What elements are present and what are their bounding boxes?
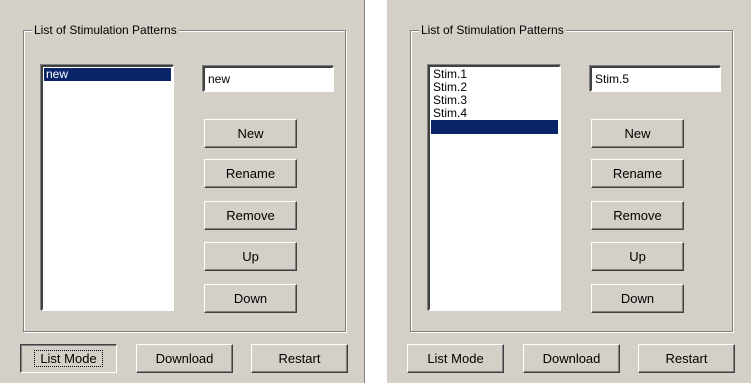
restart-button[interactable]: Restart (251, 344, 348, 373)
rename-button[interactable]: Rename (591, 159, 684, 188)
stimulation-patterns-group: List of Stimulation Patterns new New Ren… (23, 22, 346, 332)
list-mode-button[interactable]: List Mode (20, 344, 117, 373)
download-button[interactable]: Download (136, 344, 233, 373)
list-mode-label: List Mode (34, 350, 103, 367)
remove-button[interactable]: Remove (204, 201, 297, 230)
group-title: List of Stimulation Patterns (419, 22, 566, 38)
stimulation-panel-left: List of Stimulation Patterns new New Ren… (0, 0, 364, 383)
pattern-name-field[interactable] (203, 66, 334, 92)
stimulation-patterns-group: List of Stimulation Patterns Stim.1 Stim.… (410, 22, 733, 332)
download-button[interactable]: Download (523, 344, 620, 373)
pattern-name-field[interactable] (590, 66, 721, 92)
new-button[interactable]: New (591, 119, 684, 148)
list-item[interactable] (431, 120, 558, 134)
remove-button[interactable]: Remove (591, 201, 684, 230)
new-button[interactable]: New (204, 119, 297, 148)
list-item[interactable]: Stim.4 (431, 107, 558, 120)
patterns-listbox[interactable]: Stim.1 Stim.2 Stim.3 Stim.4 (428, 65, 561, 311)
down-button[interactable]: Down (204, 284, 297, 313)
down-button[interactable]: Down (591, 284, 684, 313)
panel-divider (364, 0, 387, 383)
up-button[interactable]: Up (591, 242, 684, 271)
patterns-listbox[interactable]: new (41, 65, 174, 311)
list-mode-label: List Mode (427, 351, 484, 366)
stimulation-panel-right: List of Stimulation Patterns Stim.1 Stim.… (387, 0, 751, 383)
rename-button[interactable]: Rename (204, 159, 297, 188)
up-button[interactable]: Up (204, 242, 297, 271)
list-mode-button[interactable]: List Mode (407, 344, 504, 373)
restart-button[interactable]: Restart (638, 344, 735, 373)
group-title: List of Stimulation Patterns (32, 22, 179, 38)
list-item[interactable]: new (44, 68, 171, 81)
